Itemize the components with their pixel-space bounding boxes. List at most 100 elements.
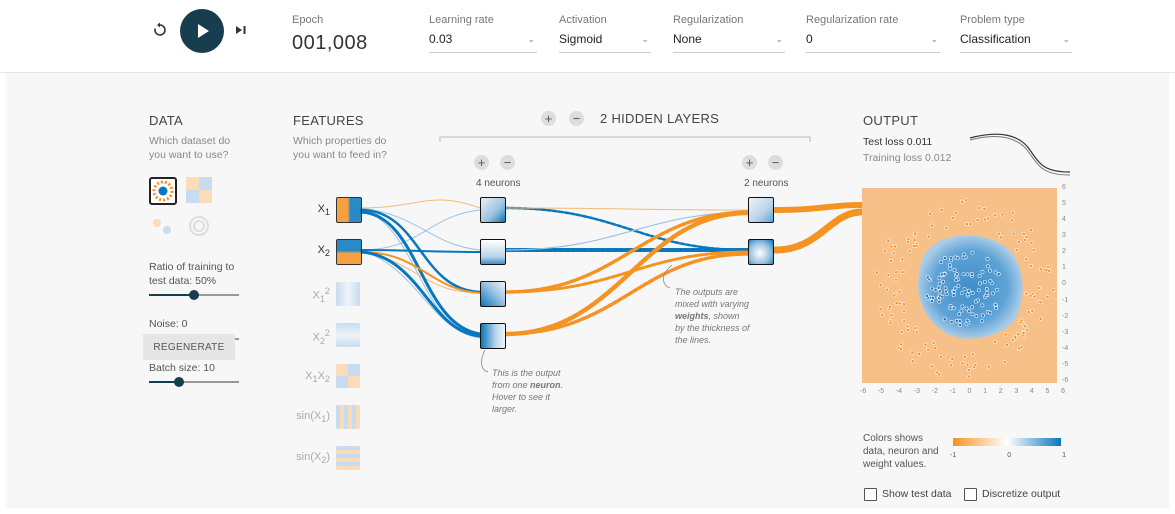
data-point-blue: [980, 319, 984, 324]
data-point-orange: [964, 198, 969, 203]
data-point-orange: [975, 218, 980, 223]
data-point-orange: [938, 355, 943, 359]
discretize-output-checkbox[interactable]: [964, 488, 977, 501]
data-point-orange: [1011, 210, 1015, 215]
feature-label-text: sin(X: [296, 410, 322, 422]
feature-sin-x1-node[interactable]: [336, 405, 360, 429]
neuron-l1-3[interactable]: [480, 281, 506, 307]
data-point-blue: [988, 268, 992, 273]
feature-sin-x1-label: sin(X1): [290, 410, 330, 424]
data-point-orange: [906, 237, 911, 241]
color-legend-text: Colors shows data, neuron and weight val…: [863, 432, 939, 471]
data-point-blue: [967, 309, 972, 314]
feature-x1-node[interactable]: [336, 197, 362, 223]
neuron-l1-4[interactable]: [480, 323, 506, 349]
data-point-orange: [973, 363, 978, 367]
data-point-orange: [1030, 308, 1035, 313]
note-line: larger.: [492, 404, 518, 414]
data-point-blue: [952, 268, 957, 273]
data-point-orange: [933, 346, 938, 350]
legend-tick: 0: [1007, 452, 1012, 459]
legend-line: data, neuron and: [863, 446, 939, 457]
feature-x1-squared-node[interactable]: [336, 282, 360, 306]
data-point-blue: [970, 305, 975, 310]
y-axis-tick: -1: [1062, 296, 1069, 304]
data-point-orange: [880, 312, 884, 317]
show-test-data-checkbox[interactable]: [864, 488, 877, 501]
data-point-blue: [966, 288, 971, 293]
data-point-orange: [1045, 294, 1050, 299]
note-line: weights, shown: [675, 311, 740, 321]
data-point-blue: [965, 272, 970, 277]
feature-sin-x2-label: sin(X2): [290, 451, 330, 465]
data-point-orange: [905, 324, 910, 329]
feature-x1x2-node[interactable]: [336, 364, 360, 388]
feature-sin-x2-node[interactable]: [336, 446, 360, 470]
layer1-add-neuron-button[interactable]: +: [474, 155, 489, 170]
show-test-data-label: Show test data: [882, 488, 952, 500]
feature-x2-squared-node[interactable]: [336, 323, 360, 347]
data-point-orange: [902, 309, 906, 314]
data-point-blue: [984, 287, 989, 291]
neuron-l2-2[interactable]: [748, 239, 774, 265]
data-point-blue: [941, 279, 946, 284]
output-x-axis: -6 -5 -4 -3 -2 -1 0 1 2 3 4 5 6: [860, 388, 1065, 395]
data-point-blue: [933, 287, 938, 292]
feature-x1-squared-label: X12: [290, 286, 330, 304]
data-point-orange: [1013, 335, 1018, 340]
training-loss: Training loss 0.012: [863, 152, 952, 164]
output-heatmap-canvas: [875, 198, 1056, 379]
data-point-blue: [925, 293, 929, 298]
data-point-orange: [1029, 264, 1033, 268]
neuron-l2-1[interactable]: [748, 197, 774, 223]
data-point-orange: [997, 231, 1001, 236]
feature-x2-node[interactable]: [336, 239, 362, 265]
data-point-orange: [1002, 359, 1007, 364]
data-point-blue: [948, 263, 952, 268]
neuron-l1-2[interactable]: [480, 239, 506, 265]
note-line: from one neuron.: [492, 380, 564, 390]
data-point-blue: [957, 319, 962, 323]
layer2-add-neuron-button[interactable]: +: [742, 155, 757, 170]
data-point-orange: [1014, 248, 1019, 252]
note-line: by the thickness of: [675, 323, 750, 333]
y-axis-tick: 6: [1062, 184, 1066, 191]
data-point-orange: [970, 352, 975, 357]
data-point-blue: [988, 310, 993, 315]
data-point-orange: [960, 199, 964, 204]
discretize-output-label: Discretize output: [982, 488, 1061, 500]
data-point-blue: [964, 306, 969, 311]
layer2-remove-neuron-button[interactable]: −: [768, 155, 783, 170]
add-layer-button[interactable]: +: [541, 111, 556, 126]
data-point-orange: [917, 351, 922, 356]
legend-tick: -1: [950, 452, 957, 459]
data-point-blue: [948, 306, 953, 311]
layer1-remove-neuron-button[interactable]: −: [500, 155, 515, 170]
x-axis-tick: 1: [983, 388, 988, 395]
data-point-blue: [954, 278, 958, 283]
data-point-blue: [981, 313, 985, 318]
test-loss: Test loss 0.011: [863, 136, 933, 148]
y-axis-tick: -3: [1062, 328, 1069, 336]
output-heatmap[interactable]: [862, 188, 1057, 383]
data-point-orange: [1047, 268, 1052, 273]
legend-line: weight values.: [863, 459, 927, 470]
data-point-blue: [949, 256, 954, 260]
remove-layer-button[interactable]: −: [569, 111, 584, 126]
data-point-orange: [915, 330, 919, 335]
y-axis-tick: 3: [1062, 232, 1066, 240]
x-axis-tick: 4: [1029, 388, 1034, 395]
x-axis-tick: -6: [860, 388, 867, 395]
data-point-orange: [888, 305, 892, 309]
data-point-orange: [1045, 265, 1050, 269]
neuron-l1-1[interactable]: [480, 197, 506, 223]
feature-label-sub: 1: [324, 207, 330, 218]
y-axis-tick: -2: [1062, 312, 1069, 320]
data-point-orange: [992, 339, 997, 344]
y-axis-tick: 1: [1062, 264, 1066, 272]
data-point-orange: [923, 342, 928, 347]
note-line: the lines.: [675, 335, 712, 345]
y-axis-tick: 4: [1062, 216, 1066, 224]
data-point-blue: [953, 286, 958, 291]
data-point-blue: [943, 256, 947, 260]
